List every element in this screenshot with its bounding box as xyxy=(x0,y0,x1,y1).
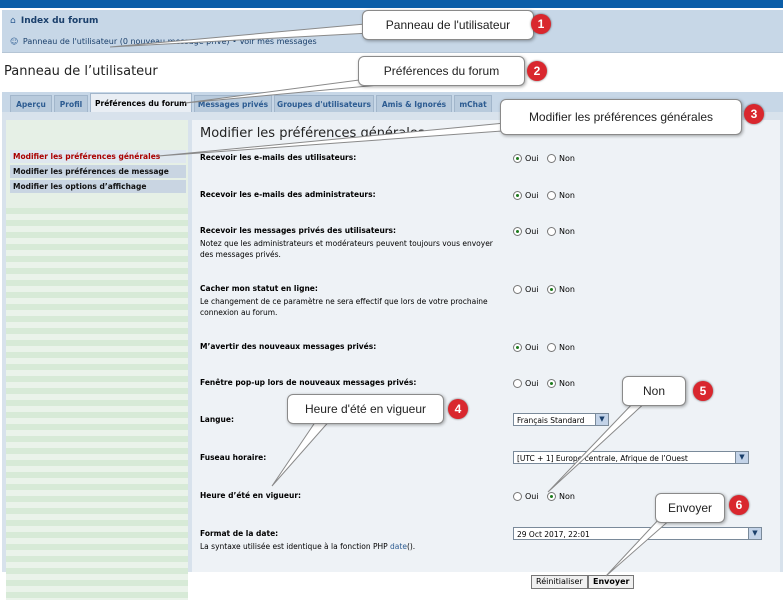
timezone-select[interactable]: [UTC + 1] Europe centrale, Afrique de l’… xyxy=(513,451,749,464)
date-format-select[interactable]: 29 Oct 2017, 22:01 ▼ xyxy=(513,527,762,540)
row-description: Le changement de ce paramètre ne sera ef… xyxy=(200,297,488,317)
radio-oui[interactable] xyxy=(513,190,522,200)
annotation-badge-5: 5 xyxy=(693,381,713,401)
top-bar xyxy=(0,0,783,8)
tab-preferences-forum[interactable]: Préférences du forum xyxy=(90,93,192,112)
tab-apercu[interactable]: Aperçu xyxy=(10,95,52,112)
tab-amis-ignores[interactable]: Amis & Ignorés xyxy=(376,95,452,112)
radio-non-label: Non xyxy=(558,284,575,294)
radio-oui[interactable] xyxy=(513,226,522,236)
radio-oui-label: Oui xyxy=(525,190,539,200)
row-label: Fenêtre pop-up lors de nouveaux messages… xyxy=(200,378,417,387)
language-select[interactable]: Français Standard ▼ xyxy=(513,413,609,426)
radio-non-label: Non xyxy=(558,378,575,388)
row-label: Format de la date: La syntaxe utilisée e… xyxy=(200,529,500,552)
ucp-link[interactable]: Panneau de l'utilisateur (0 nouveau mess… xyxy=(23,37,230,46)
annotation-callout-2: Préférences du forum xyxy=(358,56,525,86)
radio-oui[interactable] xyxy=(513,153,522,163)
row-label: Recevoir les messages privés des utilisa… xyxy=(200,226,500,260)
radio-group: Oui Non xyxy=(513,342,581,352)
annotation-callout-3: Modifier les préférences générales xyxy=(500,99,742,135)
annotation-callout-5: Non xyxy=(622,376,686,406)
chevron-down-icon: ▼ xyxy=(595,414,608,425)
radio-non[interactable] xyxy=(546,342,556,352)
annotation-badge-2: 2 xyxy=(527,61,547,81)
annotation-callout-6: Envoyer xyxy=(655,493,725,523)
radio-group: Oui Non xyxy=(513,153,581,163)
radio-group: Oui Non xyxy=(513,284,581,294)
radio-non[interactable] xyxy=(546,284,556,294)
sidebar-item-display-options[interactable]: Modifier les options d’affichage xyxy=(10,180,186,193)
radio-oui-label: Oui xyxy=(525,342,539,352)
reset-button[interactable]: Réinitialiser xyxy=(531,575,588,589)
annotation-callout-4: Heure d'été en vigueur xyxy=(287,394,444,424)
chevron-down-icon: ▼ xyxy=(748,528,761,539)
radio-oui[interactable] xyxy=(513,378,522,388)
users-icon: ☺ xyxy=(10,37,19,46)
row-label-text: Recevoir les messages privés des utilisa… xyxy=(200,226,397,235)
radio-non-label: Non xyxy=(558,153,575,163)
tab-mchat[interactable]: mChat xyxy=(454,95,492,112)
tab-groupes[interactable]: Groupes d'utilisateurs xyxy=(274,95,374,112)
radio-oui-label: Oui xyxy=(525,153,539,163)
radio-oui[interactable] xyxy=(513,342,522,352)
blurred-sidebar-area xyxy=(6,208,188,600)
row-label: Cacher mon statut en ligne: Le changemen… xyxy=(200,284,500,318)
radio-oui-label: Oui xyxy=(525,284,539,294)
radio-oui[interactable] xyxy=(513,284,522,294)
radio-oui[interactable] xyxy=(513,491,522,501)
row-description: La syntaxe utilisée est identique à la f… xyxy=(200,541,500,552)
radio-group: Oui Non xyxy=(513,226,581,236)
radio-non[interactable] xyxy=(546,226,556,236)
submit-button[interactable]: Envoyer xyxy=(588,575,635,589)
ucp-breadcrumb: ☺ Panneau de l'utilisateur (0 nouveau me… xyxy=(10,37,317,46)
annotation-badge-6: 6 xyxy=(729,495,749,515)
forum-index-label: Index du forum xyxy=(20,16,99,26)
row-label-text: Format de la date: xyxy=(200,529,279,538)
radio-group: Oui Non xyxy=(513,190,581,200)
chevron-down-icon: ▼ xyxy=(735,452,748,463)
radio-group: Oui Non xyxy=(513,378,581,388)
annotation-badge-4: 4 xyxy=(448,399,468,419)
row-label-text: Cacher mon statut en ligne: xyxy=(200,284,318,293)
radio-non-label: Non xyxy=(558,190,575,200)
radio-non-label: Non xyxy=(558,342,575,352)
breadcrumb-separator: • xyxy=(232,37,237,46)
radio-non-label: Non xyxy=(558,491,575,501)
row-label: Recevoir les e-mails des administrateurs… xyxy=(200,190,376,199)
date-format-select-value: 29 Oct 2017, 22:01 xyxy=(517,530,590,539)
row-label: Recevoir les e-mails des utilisateurs: xyxy=(200,153,357,162)
radio-oui-label: Oui xyxy=(525,378,539,388)
page-title: Panneau de l’utilisateur xyxy=(4,64,158,79)
timezone-select-value: [UTC + 1] Europe centrale, Afrique de l’… xyxy=(517,454,688,463)
row-description: Notez que les administrateurs et modérat… xyxy=(200,239,493,259)
view-messages-link[interactable]: Voir mes messages xyxy=(239,37,316,46)
radio-non[interactable] xyxy=(546,153,556,163)
radio-oui-label: Oui xyxy=(525,226,539,236)
desc-prefix: La syntaxe utilisée est identique à la f… xyxy=(200,542,391,551)
tab-messages-prives[interactable]: Messages privés xyxy=(194,95,272,112)
row-label: M’avertir des nouveaux messages privés: xyxy=(200,342,377,351)
language-select-value: Français Standard xyxy=(517,416,585,425)
radio-non[interactable] xyxy=(546,190,556,200)
sidebar-item-message-prefs[interactable]: Modifier les préférences de message xyxy=(10,165,186,178)
annotation-callout-1: Panneau de l'utilisateur xyxy=(362,10,534,40)
row-label: Heure d’été en vigueur: xyxy=(200,491,302,500)
radio-group: Oui Non xyxy=(513,491,581,501)
php-date-link[interactable]: date xyxy=(390,542,407,551)
annotation-badge-3: 3 xyxy=(744,104,764,124)
desc-suffix: (). xyxy=(406,542,416,551)
annotation-badge-1: 1 xyxy=(531,14,551,34)
tab-profil[interactable]: Profil xyxy=(54,95,88,112)
forum-index-link[interactable]: ⌂ Index du forum xyxy=(10,16,98,26)
radio-non[interactable] xyxy=(546,491,556,501)
radio-non[interactable] xyxy=(546,378,556,388)
section-title: Modifier les préférences générales xyxy=(200,126,425,141)
home-icon: ⌂ xyxy=(10,16,16,26)
radio-oui-label: Oui xyxy=(525,491,539,501)
radio-non-label: Non xyxy=(558,226,575,236)
row-label: Fuseau horaire: xyxy=(200,453,267,462)
sidebar-item-general-prefs[interactable]: Modifier les préférences générales xyxy=(10,150,186,163)
